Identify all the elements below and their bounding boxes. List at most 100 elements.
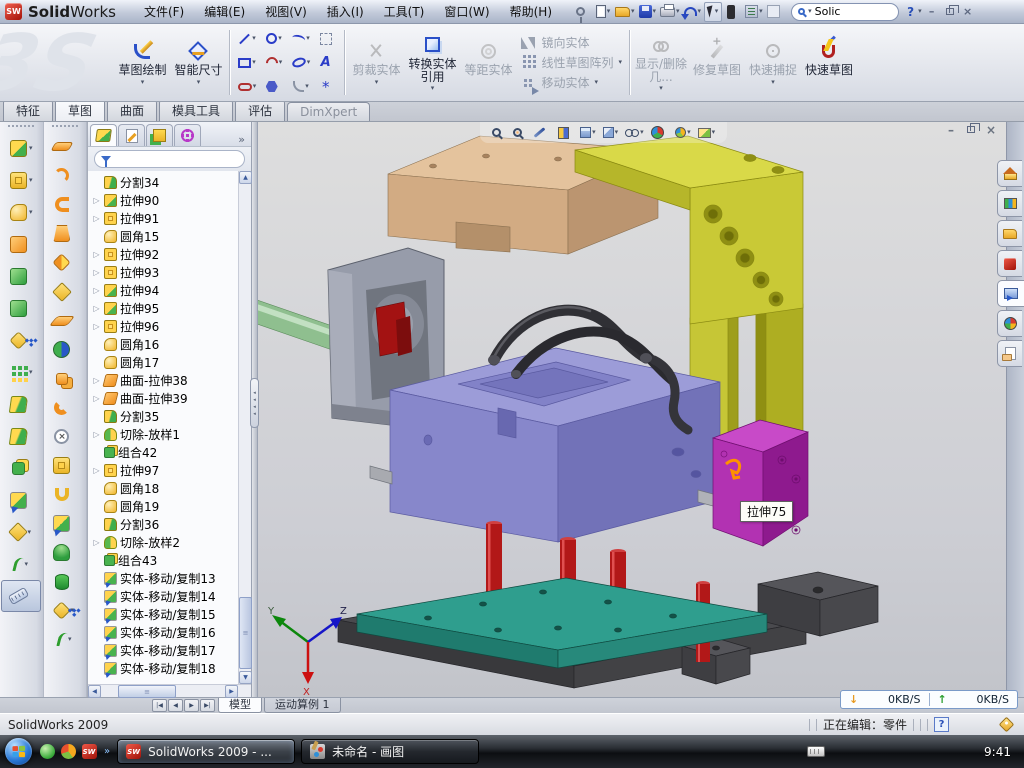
tag-icon[interactable]	[999, 717, 1015, 733]
community-tab[interactable]	[997, 310, 1022, 337]
menu-file[interactable]: 文件(F)	[134, 0, 194, 23]
expand-arrow-icon[interactable]: ▷	[92, 214, 101, 223]
expand-arrow-icon[interactable]: ▷	[92, 430, 101, 439]
instant3d-icon[interactable]: ▾	[1, 580, 41, 612]
options-list-icon[interactable]: ▾	[744, 2, 764, 22]
configurationmanager-tab[interactable]	[146, 124, 173, 146]
tray-connection-icon[interactable]	[903, 745, 916, 758]
flex-icon[interactable]: ▾	[45, 248, 85, 277]
offset-surface-icon[interactable]: ▾	[45, 277, 85, 306]
tree-item-body-move-copy15[interactable]: ▷ 实体-移动/复制15	[92, 605, 237, 623]
curves-icon[interactable]: ▾	[1, 548, 41, 580]
spline-tool[interactable]: ▾	[287, 27, 314, 51]
reference-geometry-icon[interactable]: ▾	[1, 516, 41, 548]
circle-tool[interactable]: ▾	[260, 27, 287, 51]
new-document-icon[interactable]: ▾	[594, 2, 612, 22]
doc-minimize-button[interactable]: –	[944, 123, 958, 136]
scroll-up-button[interactable]: ▲	[239, 171, 252, 184]
ellipse-tool[interactable]: ▾	[287, 51, 314, 75]
tree-item-body-move-copy14[interactable]: ▷ 实体-移动/复制14	[92, 587, 237, 605]
dimxpertmanager-tab[interactable]	[174, 124, 201, 146]
swept-surface-icon[interactable]: ▾	[45, 132, 85, 161]
thicken-icon[interactable]: ▾	[45, 364, 85, 393]
polygon-tool[interactable]: ▾	[260, 75, 287, 99]
convert-entities-button[interactable]: 转换实体引用▾	[404, 26, 460, 99]
zoom-area-icon[interactable]: ▾	[513, 128, 527, 137]
search-caret[interactable]: ▾	[808, 8, 812, 15]
reference-point-icon[interactable]: ▾	[45, 596, 85, 625]
hide-show-items-icon[interactable]: ▾	[625, 129, 644, 136]
tray-update-icon[interactable]	[867, 745, 880, 758]
tree-item-extrude95[interactable]: ▷ 拉伸95	[92, 299, 237, 317]
tree-item-body-move-copy18[interactable]: ▷ 实体-移动/复制18	[92, 659, 237, 677]
part-insert-block[interactable]	[713, 420, 808, 546]
view-settings-icon[interactable]: ▾	[698, 128, 716, 138]
view-orientation-icon[interactable]: ▾	[580, 127, 596, 138]
split-icon[interactable]: ▾	[1, 388, 41, 420]
apply-scene-icon[interactable]: ▾	[675, 127, 691, 138]
rapid-sketch-button[interactable]: 快速草图▾	[801, 26, 857, 99]
repair-sketch-button[interactable]: 修复草图▾	[689, 26, 745, 99]
expand-arrow-icon[interactable]: ▷	[92, 196, 101, 205]
quick-launch-overflow[interactable]: »	[104, 746, 110, 757]
tree-item-split35[interactable]: ▷ 分割35	[92, 407, 237, 425]
doc-close-button[interactable]: ×	[984, 123, 998, 136]
shell-icon[interactable]: ▾	[45, 480, 85, 509]
pin-icon[interactable]: ▾	[574, 2, 592, 22]
tree-item-fillet17[interactable]: ▷ 圆角17	[92, 353, 237, 371]
prev-tab-button[interactable]: ◀	[168, 699, 183, 712]
menu-insert[interactable]: 插入(I)	[317, 0, 374, 23]
taskbar-clock[interactable]: 9:41	[984, 745, 1011, 759]
menu-help[interactable]: 帮助(H)	[500, 0, 562, 23]
tree-item-cut-loft2[interactable]: ▷ 切除-放样2	[92, 533, 237, 551]
revolved-surface-icon[interactable]: ▾	[45, 161, 85, 190]
select-cursor-icon[interactable]: ▾	[704, 2, 722, 22]
tab-dimxpert[interactable]: DimXpert	[287, 102, 370, 121]
menu-tools[interactable]: 工具(T)	[374, 0, 435, 23]
slot-tool[interactable]: ▾	[233, 75, 260, 99]
last-tab-button[interactable]: ▶|	[200, 699, 215, 712]
tree-item-surface-extrude39[interactable]: ▷ 曲面-拉伸39	[92, 389, 237, 407]
fillet-surface-icon[interactable]: ▾	[45, 393, 85, 422]
helix-icon[interactable]: ▾	[45, 335, 85, 364]
keyboard-icon[interactable]	[807, 746, 825, 757]
minimize-button[interactable]: –	[924, 5, 940, 19]
mirror-entities-button[interactable]: 镜向实体▾	[520, 34, 622, 52]
edit-appearance-icon[interactable]: ▾	[651, 126, 669, 139]
quicklaunch-app-icon[interactable]	[60, 744, 76, 760]
menu-edit[interactable]: 编辑(E)	[194, 0, 255, 23]
task-solidworks[interactable]: SWSolidWorks 2009 - ...	[117, 739, 295, 764]
help-caret[interactable]: ▾	[918, 8, 922, 15]
extruded-boss-icon[interactable]: ▾	[1, 132, 41, 164]
doc-restore-button[interactable]	[964, 123, 978, 136]
combine-icon[interactable]: ▾	[1, 452, 41, 484]
toolbar-grip[interactable]	[8, 125, 34, 128]
sketch-fillet-tool[interactable]: ▾	[287, 75, 314, 99]
menu-view[interactable]: 视图(V)	[255, 0, 317, 23]
marquee-select-tool[interactable]: ▾	[314, 27, 341, 51]
move-copy-body-icon[interactable]: ▾	[1, 484, 41, 516]
scroll-thumb[interactable]: ≡	[239, 597, 252, 669]
tab-mold-tools[interactable]: 模具工具	[159, 99, 233, 121]
tray-volume-icon[interactable]	[885, 745, 898, 758]
tree-item-extrude96[interactable]: ▷ 拉伸96	[92, 317, 237, 335]
tray-network-warning-icon[interactable]	[921, 745, 934, 758]
quick-snaps-button[interactable]: 快速捕捉▾	[745, 26, 801, 99]
custom-properties-tab[interactable]	[997, 340, 1022, 367]
start-button[interactable]	[5, 738, 32, 765]
planar-surface-icon[interactable]: ▾	[45, 306, 85, 335]
swept-boss-icon[interactable]: ▾	[1, 228, 41, 260]
display-delete-relations-button[interactable]: 显示/删除几...▾	[633, 26, 689, 99]
next-tab-button[interactable]: ▶	[184, 699, 199, 712]
design-library-tab[interactable]	[997, 220, 1022, 247]
scroll-right-button[interactable]: ▶	[225, 685, 238, 698]
replace-face-icon[interactable]: ▾	[45, 451, 85, 480]
restore-button[interactable]	[942, 5, 958, 19]
performance-icon[interactable]: ▾	[724, 2, 742, 22]
fillet-icon[interactable]: ▾	[1, 196, 41, 228]
dropdown-caret[interactable]: ▾	[631, 8, 635, 15]
zoom-fit-icon[interactable]: ▾	[492, 128, 506, 137]
dropdown-caret[interactable]: ▾	[607, 8, 611, 15]
lofted-boss-icon[interactable]: ▾	[1, 260, 41, 292]
trim-entities-button[interactable]: 剪裁实体▾	[348, 26, 404, 99]
